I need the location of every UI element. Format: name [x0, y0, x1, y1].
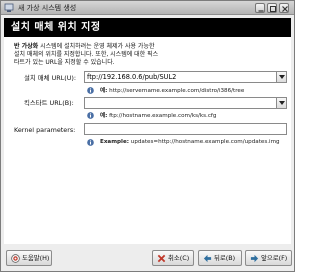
window-title: 새 가상 시스템 생성 [18, 4, 77, 12]
cancel-button[interactable]: 취소(C) [152, 250, 194, 266]
cancel-button-label: 취소(C) [168, 254, 190, 262]
install-url-hint: 예: http://servername.example.com/distro/… [100, 88, 245, 94]
help-button[interactable]: 도움말(H) [6, 250, 52, 266]
app-icon [4, 3, 14, 12]
close-window-button[interactable] [279, 3, 289, 13]
kickstart-url-hint: 예: ftp://hostname.example.com/ks/ks.cfg [100, 113, 217, 119]
forward-arrow-icon [250, 254, 259, 263]
info-icon [87, 112, 94, 119]
minimize-icon [258, 10, 264, 12]
help-button-label: 도움말(H) [22, 254, 50, 262]
help-icon [11, 254, 20, 263]
install-url-input[interactable] [84, 71, 277, 83]
header-banner: 설치 매체 위치 지정 [4, 18, 291, 37]
minimize-button[interactable] [255, 3, 265, 13]
back-arrow-icon [203, 254, 212, 263]
description-line1: 시스템에 설치하려는 운영 체제가 사용 가능한 [38, 43, 155, 50]
forward-button[interactable]: 앞으로(F) [245, 250, 292, 266]
title-bar[interactable]: 새 가상 시스템 생성 [1, 1, 294, 15]
install-url-dropdown-button[interactable] [276, 71, 287, 83]
kickstart-url-input[interactable] [84, 97, 277, 109]
description-line3: 타트가 있는 URL을 지정할 수 있습니다. [14, 59, 115, 66]
maximize-icon [270, 6, 276, 12]
forward-button-label: 앞으로(F) [261, 254, 288, 262]
content-area: 반 가상화 시스템에 설치하려는 운영 체제가 사용 가능한 설치 매체의 위치… [4, 37, 291, 244]
description-text: 반 가상화 시스템에 설치하려는 운영 체제가 사용 가능한 설치 매체의 위치… [14, 43, 282, 67]
kickstart-url-label: 킥스타트 URL(B): [24, 99, 74, 107]
install-url-label: 설치 매체 URL(U): [24, 74, 77, 82]
new-vm-wizard-window: 새 가상 시스템 생성 설치 매체 위치 지정 반 가상화 시스템에 설치하려는… [0, 0, 295, 272]
kernel-params-label: Kernel parameters: [14, 126, 76, 134]
close-icon [282, 6, 288, 12]
info-icon [87, 87, 94, 94]
maximize-button[interactable] [267, 3, 277, 13]
description-line2: 설치 매체의 위치를 지정합니다. 또한, 시스템에 대한 픽스 [14, 51, 159, 58]
cancel-icon [157, 254, 166, 263]
kernel-params-input[interactable] [84, 123, 287, 135]
page-title: 설치 매체 위치 지정 [11, 22, 101, 33]
kernel-params-hint: Example: updates=http://hostname.example… [100, 139, 280, 145]
info-icon [87, 139, 94, 146]
back-button-label: 뒤로(B) [214, 254, 236, 262]
dropdown-arrow-icon [279, 75, 285, 79]
dropdown-arrow-icon [279, 101, 285, 105]
back-button[interactable]: 뒤로(B) [198, 250, 242, 266]
description-bold: 반 가상화 [14, 43, 39, 50]
kickstart-url-dropdown-button[interactable] [276, 97, 287, 109]
